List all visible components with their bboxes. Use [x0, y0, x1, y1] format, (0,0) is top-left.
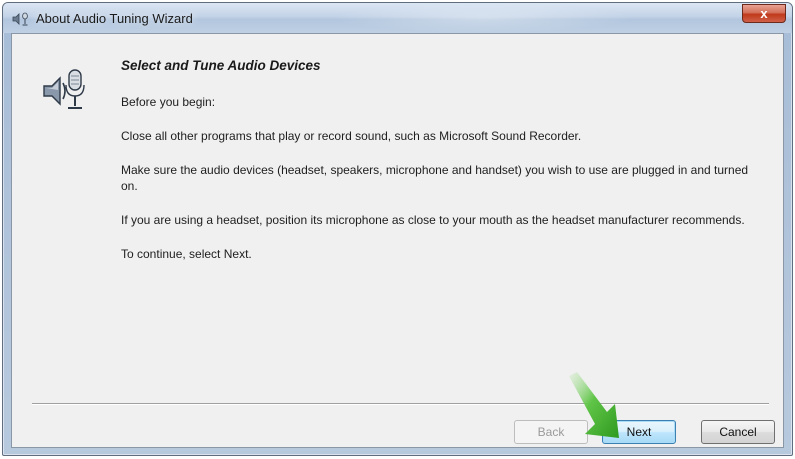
microphone-speaker-icon	[43, 69, 85, 109]
close-button[interactable]: x	[742, 4, 786, 23]
cancel-button[interactable]: Cancel	[701, 420, 775, 444]
close-icon: x	[760, 6, 768, 21]
microphone-speaker-icon	[12, 12, 28, 26]
intro-text: Before you begin:	[121, 95, 216, 109]
instruction-plug-in-devices: Make sure the audio devices (headset, sp…	[121, 163, 749, 193]
green-arrow-icon	[569, 372, 619, 438]
instruction-close-programs: Close all other programs that play or re…	[121, 129, 582, 143]
wizard-body: Select and Tune Audio Devices Before you…	[11, 33, 784, 448]
continue-text: To continue, select Next.	[121, 247, 252, 261]
title-bar[interactable]: About Audio Tuning Wizard x	[3, 3, 792, 33]
instruction-position-microphone: If you are using a headset, position its…	[121, 213, 745, 227]
button-separator	[32, 403, 769, 405]
window-title: About Audio Tuning Wizard	[36, 11, 193, 26]
wizard-window: About Audio Tuning Wizard x Select and T…	[2, 2, 793, 456]
wizard-content: Select and Tune Audio Devices Before you…	[121, 58, 761, 280]
page-title: Select and Tune Audio Devices	[121, 58, 321, 73]
title-bar-glow	[333, 3, 633, 33]
